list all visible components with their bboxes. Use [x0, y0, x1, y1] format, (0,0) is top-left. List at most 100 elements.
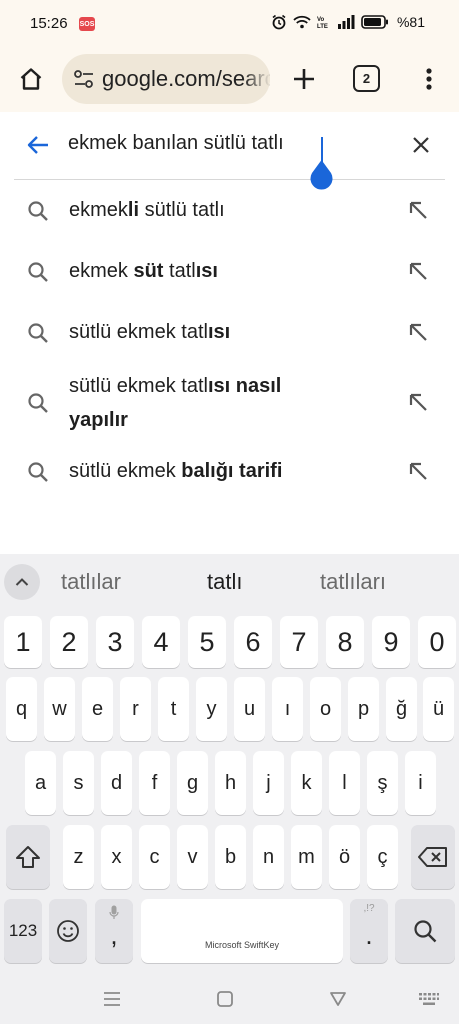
key-e[interactable]: e [82, 677, 113, 741]
space-key[interactable]: Microsoft SwiftKey [141, 899, 343, 963]
wifi-icon [293, 15, 311, 29]
home-nav-button[interactable] [212, 986, 238, 1012]
key-z[interactable]: z [63, 825, 94, 889]
key-j[interactable]: j [253, 751, 284, 815]
site-settings-icon[interactable] [73, 69, 95, 89]
key-g[interactable]: g [177, 751, 208, 815]
fill-query-arrow-icon[interactable] [408, 322, 430, 344]
suggestion-item[interactable]: ekmekli sütlü tatlı [0, 193, 459, 227]
key-3[interactable]: 3 [96, 616, 134, 668]
key-d[interactable]: d [101, 751, 132, 815]
key-4[interactable]: 4 [142, 616, 180, 668]
battery-percent: %81 [396, 14, 425, 30]
microphone-icon [109, 905, 119, 919]
key-w[interactable]: w [44, 677, 75, 741]
key-s[interactable]: s [63, 751, 94, 815]
home-button[interactable] [14, 62, 48, 96]
search-icon [414, 920, 437, 943]
key-t[interactable]: t [158, 677, 189, 741]
key-i[interactable]: i [405, 751, 436, 815]
key-c[interactable]: c [139, 825, 170, 889]
key-dotless-i[interactable]: ı [272, 677, 303, 741]
shift-key[interactable] [6, 825, 50, 889]
system-nav-bar [0, 974, 459, 1024]
key-f[interactable]: f [139, 751, 170, 815]
key-1[interactable]: 1 [4, 616, 42, 668]
key-v[interactable]: v [177, 825, 208, 889]
key-0[interactable]: 0 [418, 616, 456, 668]
key-l[interactable]: l [329, 751, 360, 815]
key-c-cedilla[interactable]: ç [367, 825, 398, 889]
url-bar[interactable]: google.com/search [62, 54, 270, 104]
more-menu-button[interactable] [414, 62, 444, 96]
key-q[interactable]: q [6, 677, 37, 741]
emoji-key[interactable] [49, 899, 87, 963]
prediction-left[interactable]: tatlılar [61, 569, 121, 595]
key-y[interactable]: y [196, 677, 227, 741]
new-tab-button[interactable] [287, 62, 321, 96]
key-9[interactable]: 9 [372, 616, 410, 668]
key-p[interactable]: p [348, 677, 379, 741]
key-x[interactable]: x [101, 825, 132, 889]
menu-lines-icon [104, 992, 120, 1006]
key-a[interactable]: a [25, 751, 56, 815]
key-o[interactable]: o [310, 677, 341, 741]
key-r[interactable]: r [120, 677, 151, 741]
period-key[interactable]: ,!? . [350, 899, 388, 963]
suggestion-part: ekmek [69, 260, 134, 282]
suggestion-bold-part: li [127, 199, 140, 221]
prediction-right[interactable]: tatlıları [320, 569, 386, 595]
key-5[interactable]: 5 [188, 616, 226, 668]
recents-button[interactable] [99, 986, 125, 1012]
triangle-back-icon [330, 992, 346, 1006]
fill-query-arrow-icon[interactable] [408, 392, 430, 414]
key-h[interactable]: h [215, 751, 246, 815]
key-2[interactable]: 2 [50, 616, 88, 668]
suggestion-bold-part: süt [133, 260, 164, 282]
fill-query-arrow-icon[interactable] [408, 200, 430, 222]
back-arrow-icon [27, 136, 48, 154]
key-k[interactable]: k [291, 751, 322, 815]
cursor-handle-icon[interactable] [309, 160, 334, 191]
tab-switcher-button[interactable]: 2 [353, 65, 380, 92]
back-button[interactable] [22, 131, 54, 159]
key-m[interactable]: m [291, 825, 322, 889]
search-input[interactable] [68, 132, 388, 155]
fill-query-arrow-icon[interactable] [408, 461, 430, 483]
key-o-umlaut[interactable]: ö [329, 825, 360, 889]
suggestion-item[interactable]: sütlü ekmek tatlısı [0, 315, 459, 349]
comma-key[interactable]: , [95, 899, 133, 963]
browser-toolbar: google.com/search 2 [0, 50, 459, 112]
suggestion-part: sütlü tatlı [139, 199, 225, 221]
keyboard-switch-button[interactable] [416, 986, 442, 1012]
suggestion-bold-part: balığı tarifi [181, 460, 283, 482]
suggestion-item[interactable]: sütlü ekmek tatlısı nasıl yapılır [0, 369, 459, 437]
suggestion-item[interactable]: sütlü ekmek balığı tarifi [0, 454, 459, 488]
suggestion-bold-part: ısı [195, 260, 218, 282]
symbols-key[interactable]: 123 [4, 899, 42, 963]
period-key-hint: ,!? [363, 903, 375, 914]
backspace-icon [418, 847, 447, 867]
toolbar-toggle-button[interactable] [4, 564, 40, 600]
key-6[interactable]: 6 [234, 616, 272, 668]
key-8[interactable]: 8 [326, 616, 364, 668]
search-underline [14, 179, 445, 180]
prediction-center[interactable]: tatlı [207, 569, 242, 595]
suggestion-item[interactable]: ekmek süt tatlısı [0, 254, 459, 288]
suggestion-part: tatl [163, 260, 196, 282]
key-7[interactable]: 7 [280, 616, 318, 668]
suggestion-text: sütlü ekmek balığı tarifi [69, 454, 369, 488]
key-n[interactable]: n [253, 825, 284, 889]
key-b[interactable]: b [215, 825, 246, 889]
fill-query-arrow-icon[interactable] [408, 261, 430, 283]
search-key[interactable] [395, 899, 455, 963]
key-g-breve[interactable]: ğ [386, 677, 417, 741]
keyboard-icon [419, 993, 439, 1005]
key-s-cedilla[interactable]: ş [367, 751, 398, 815]
back-nav-button[interactable] [325, 986, 351, 1012]
key-u[interactable]: u [234, 677, 265, 741]
clear-button[interactable] [406, 130, 436, 160]
keyboard: tatlılar tatlı tatlıları 1 2 3 4 5 6 7 8… [0, 554, 459, 974]
key-u-umlaut[interactable]: ü [423, 677, 454, 741]
backspace-key[interactable] [411, 825, 455, 889]
